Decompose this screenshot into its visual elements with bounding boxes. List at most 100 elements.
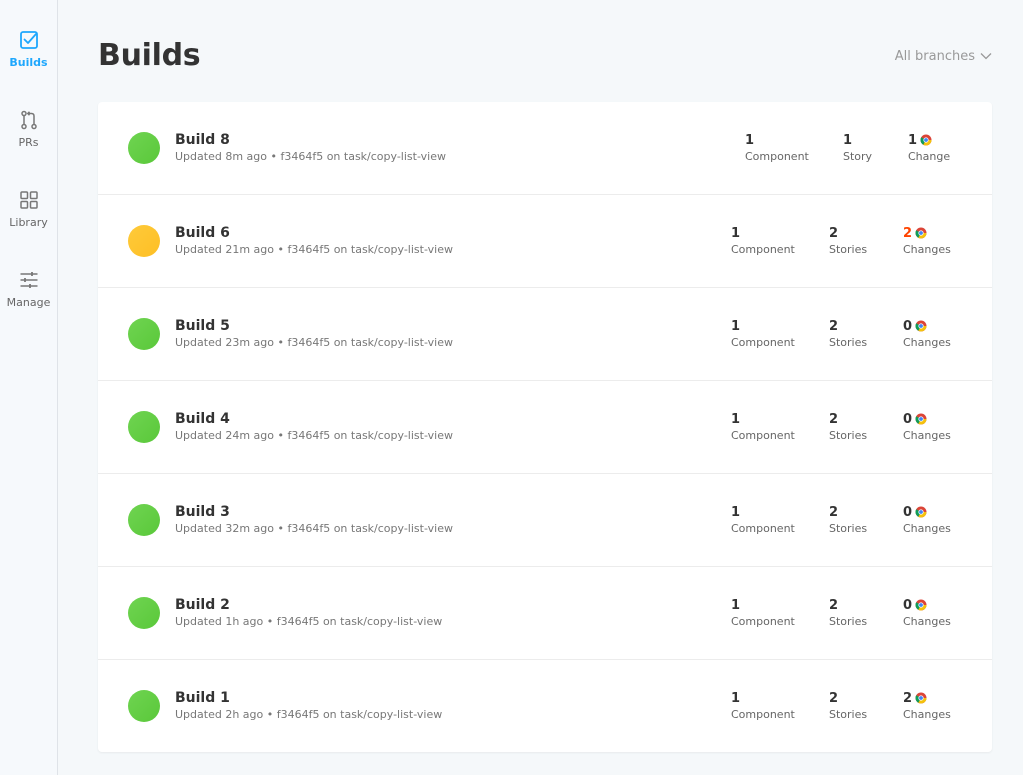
components-stat: 1 Component: [731, 597, 795, 629]
components-stat: 1 Component: [731, 318, 795, 350]
sidebar-item-builds[interactable]: Builds: [0, 30, 57, 69]
chrome-icon: [920, 134, 932, 146]
components-stat: 1 Component: [731, 225, 795, 257]
components-count: 1: [731, 597, 741, 613]
build-name: Build 5: [175, 318, 230, 334]
sliders-icon: [19, 270, 39, 290]
build-status-indicator: [128, 225, 160, 257]
build-row[interactable]: Build 5 Updated 23m ago • f3464f5 on tas…: [98, 288, 992, 381]
sidebar-item-label: Library: [9, 216, 48, 229]
build-meta: Updated 21m ago • f3464f5 on task/copy-l…: [175, 243, 453, 256]
stories-stat: 2 Stories: [829, 318, 868, 350]
build-row[interactable]: Build 1 Updated 2h ago • f3464f5 on task…: [98, 660, 992, 753]
sidebar-item-manage[interactable]: Manage: [0, 270, 57, 309]
build-row[interactable]: Build 6 Updated 21m ago • f3464f5 on tas…: [98, 195, 992, 288]
chrome-icon: [915, 692, 927, 704]
build-meta: Updated 24m ago • f3464f5 on task/copy-l…: [175, 429, 453, 442]
changes-stat: 0 Changes: [903, 318, 951, 350]
components-label: Component: [745, 150, 809, 163]
components-label: Component: [731, 615, 795, 628]
sidebar-item-library[interactable]: Library: [0, 190, 57, 229]
build-status-indicator: [128, 411, 160, 443]
stories-label: Stories: [829, 615, 868, 628]
components-stat: 1 Component: [745, 132, 809, 164]
stories-stat: 2 Stories: [829, 690, 868, 722]
stories-label: Stories: [829, 522, 868, 535]
stories-stat: 2 Stories: [829, 225, 868, 257]
build-name: Build 1: [175, 690, 230, 706]
stories-label: Stories: [829, 243, 868, 256]
changes-count: 2: [903, 690, 913, 706]
components-label: Component: [731, 336, 795, 349]
chrome-icon: [915, 320, 927, 332]
components-label: Component: [731, 708, 795, 721]
builds-list: Build 8 Updated 8m ago • f3464f5 on task…: [98, 102, 992, 752]
stories-count: 2: [829, 597, 839, 613]
stories-count: 2: [829, 225, 839, 241]
components-label: Component: [731, 429, 795, 442]
components-label: Component: [731, 522, 795, 535]
changes-count: 1: [908, 132, 918, 148]
changes-stat: 0 Changes: [903, 411, 951, 443]
build-meta: Updated 23m ago • f3464f5 on task/copy-l…: [175, 336, 453, 349]
sidebar-item-label: Builds: [9, 56, 48, 69]
stories-label: Stories: [829, 708, 868, 721]
chrome-icon: [915, 227, 927, 239]
build-status-indicator: [128, 690, 160, 722]
changes-count: 2: [903, 225, 913, 241]
build-meta: Updated 8m ago • f3464f5 on task/copy-li…: [175, 150, 446, 163]
build-row[interactable]: Build 2 Updated 1h ago • f3464f5 on task…: [98, 567, 992, 660]
components-count: 1: [745, 132, 755, 148]
changes-label: Changes: [903, 615, 951, 628]
grid-icon: [19, 190, 39, 210]
changes-count: 0: [903, 597, 913, 613]
build-meta: Updated 32m ago • f3464f5 on task/copy-l…: [175, 522, 453, 535]
stories-count: 2: [829, 504, 839, 520]
build-name: Build 3: [175, 504, 230, 520]
build-row[interactable]: Build 3 Updated 32m ago • f3464f5 on tas…: [98, 474, 992, 567]
branch-filter-dropdown[interactable]: All branches: [895, 49, 992, 64]
changes-count: 0: [903, 318, 913, 334]
build-status-indicator: [128, 597, 160, 629]
check-square-icon: [19, 30, 39, 50]
build-row[interactable]: Build 8 Updated 8m ago • f3464f5 on task…: [98, 102, 992, 195]
stories-count: 2: [829, 318, 839, 334]
pull-request-icon: [19, 110, 39, 130]
changes-stat: 0 Changes: [903, 504, 951, 536]
stories-label: Story: [843, 150, 873, 163]
build-row[interactable]: Build 4 Updated 24m ago • f3464f5 on tas…: [98, 381, 992, 474]
components-count: 1: [731, 504, 741, 520]
build-name: Build 4: [175, 411, 230, 427]
sidebar: Builds PRs Library Manage: [0, 0, 58, 775]
components-stat: 1 Component: [731, 411, 795, 443]
stories-label: Stories: [829, 336, 868, 349]
build-meta: Updated 1h ago • f3464f5 on task/copy-li…: [175, 615, 443, 628]
chrome-icon: [915, 506, 927, 518]
stories-count: 1: [843, 132, 853, 148]
build-status-indicator: [128, 132, 160, 164]
build-name: Build 2: [175, 597, 230, 613]
changes-label: Changes: [903, 243, 951, 256]
sidebar-item-prs[interactable]: PRs: [0, 110, 57, 149]
changes-stat: 2 Changes: [903, 690, 951, 722]
changes-stat: 1 Change: [908, 132, 951, 164]
changes-stat: 0 Changes: [903, 597, 951, 629]
changes-label: Changes: [903, 336, 951, 349]
chevron-down-icon: [980, 49, 992, 64]
chrome-icon: [915, 599, 927, 611]
changes-label: Changes: [903, 708, 951, 721]
components-count: 1: [731, 225, 741, 241]
changes-stat: 2 Changes: [903, 225, 951, 257]
stories-label: Stories: [829, 429, 868, 442]
build-status-indicator: [128, 504, 160, 536]
chrome-icon: [915, 413, 927, 425]
page-title: Builds: [98, 38, 201, 73]
build-meta: Updated 2h ago • f3464f5 on task/copy-li…: [175, 708, 443, 721]
stories-stat: 2 Stories: [829, 597, 868, 629]
build-status-indicator: [128, 318, 160, 350]
components-label: Component: [731, 243, 795, 256]
components-count: 1: [731, 411, 741, 427]
stories-count: 2: [829, 690, 839, 706]
changes-label: Change: [908, 150, 951, 163]
stories-stat: 1 Story: [843, 132, 873, 164]
